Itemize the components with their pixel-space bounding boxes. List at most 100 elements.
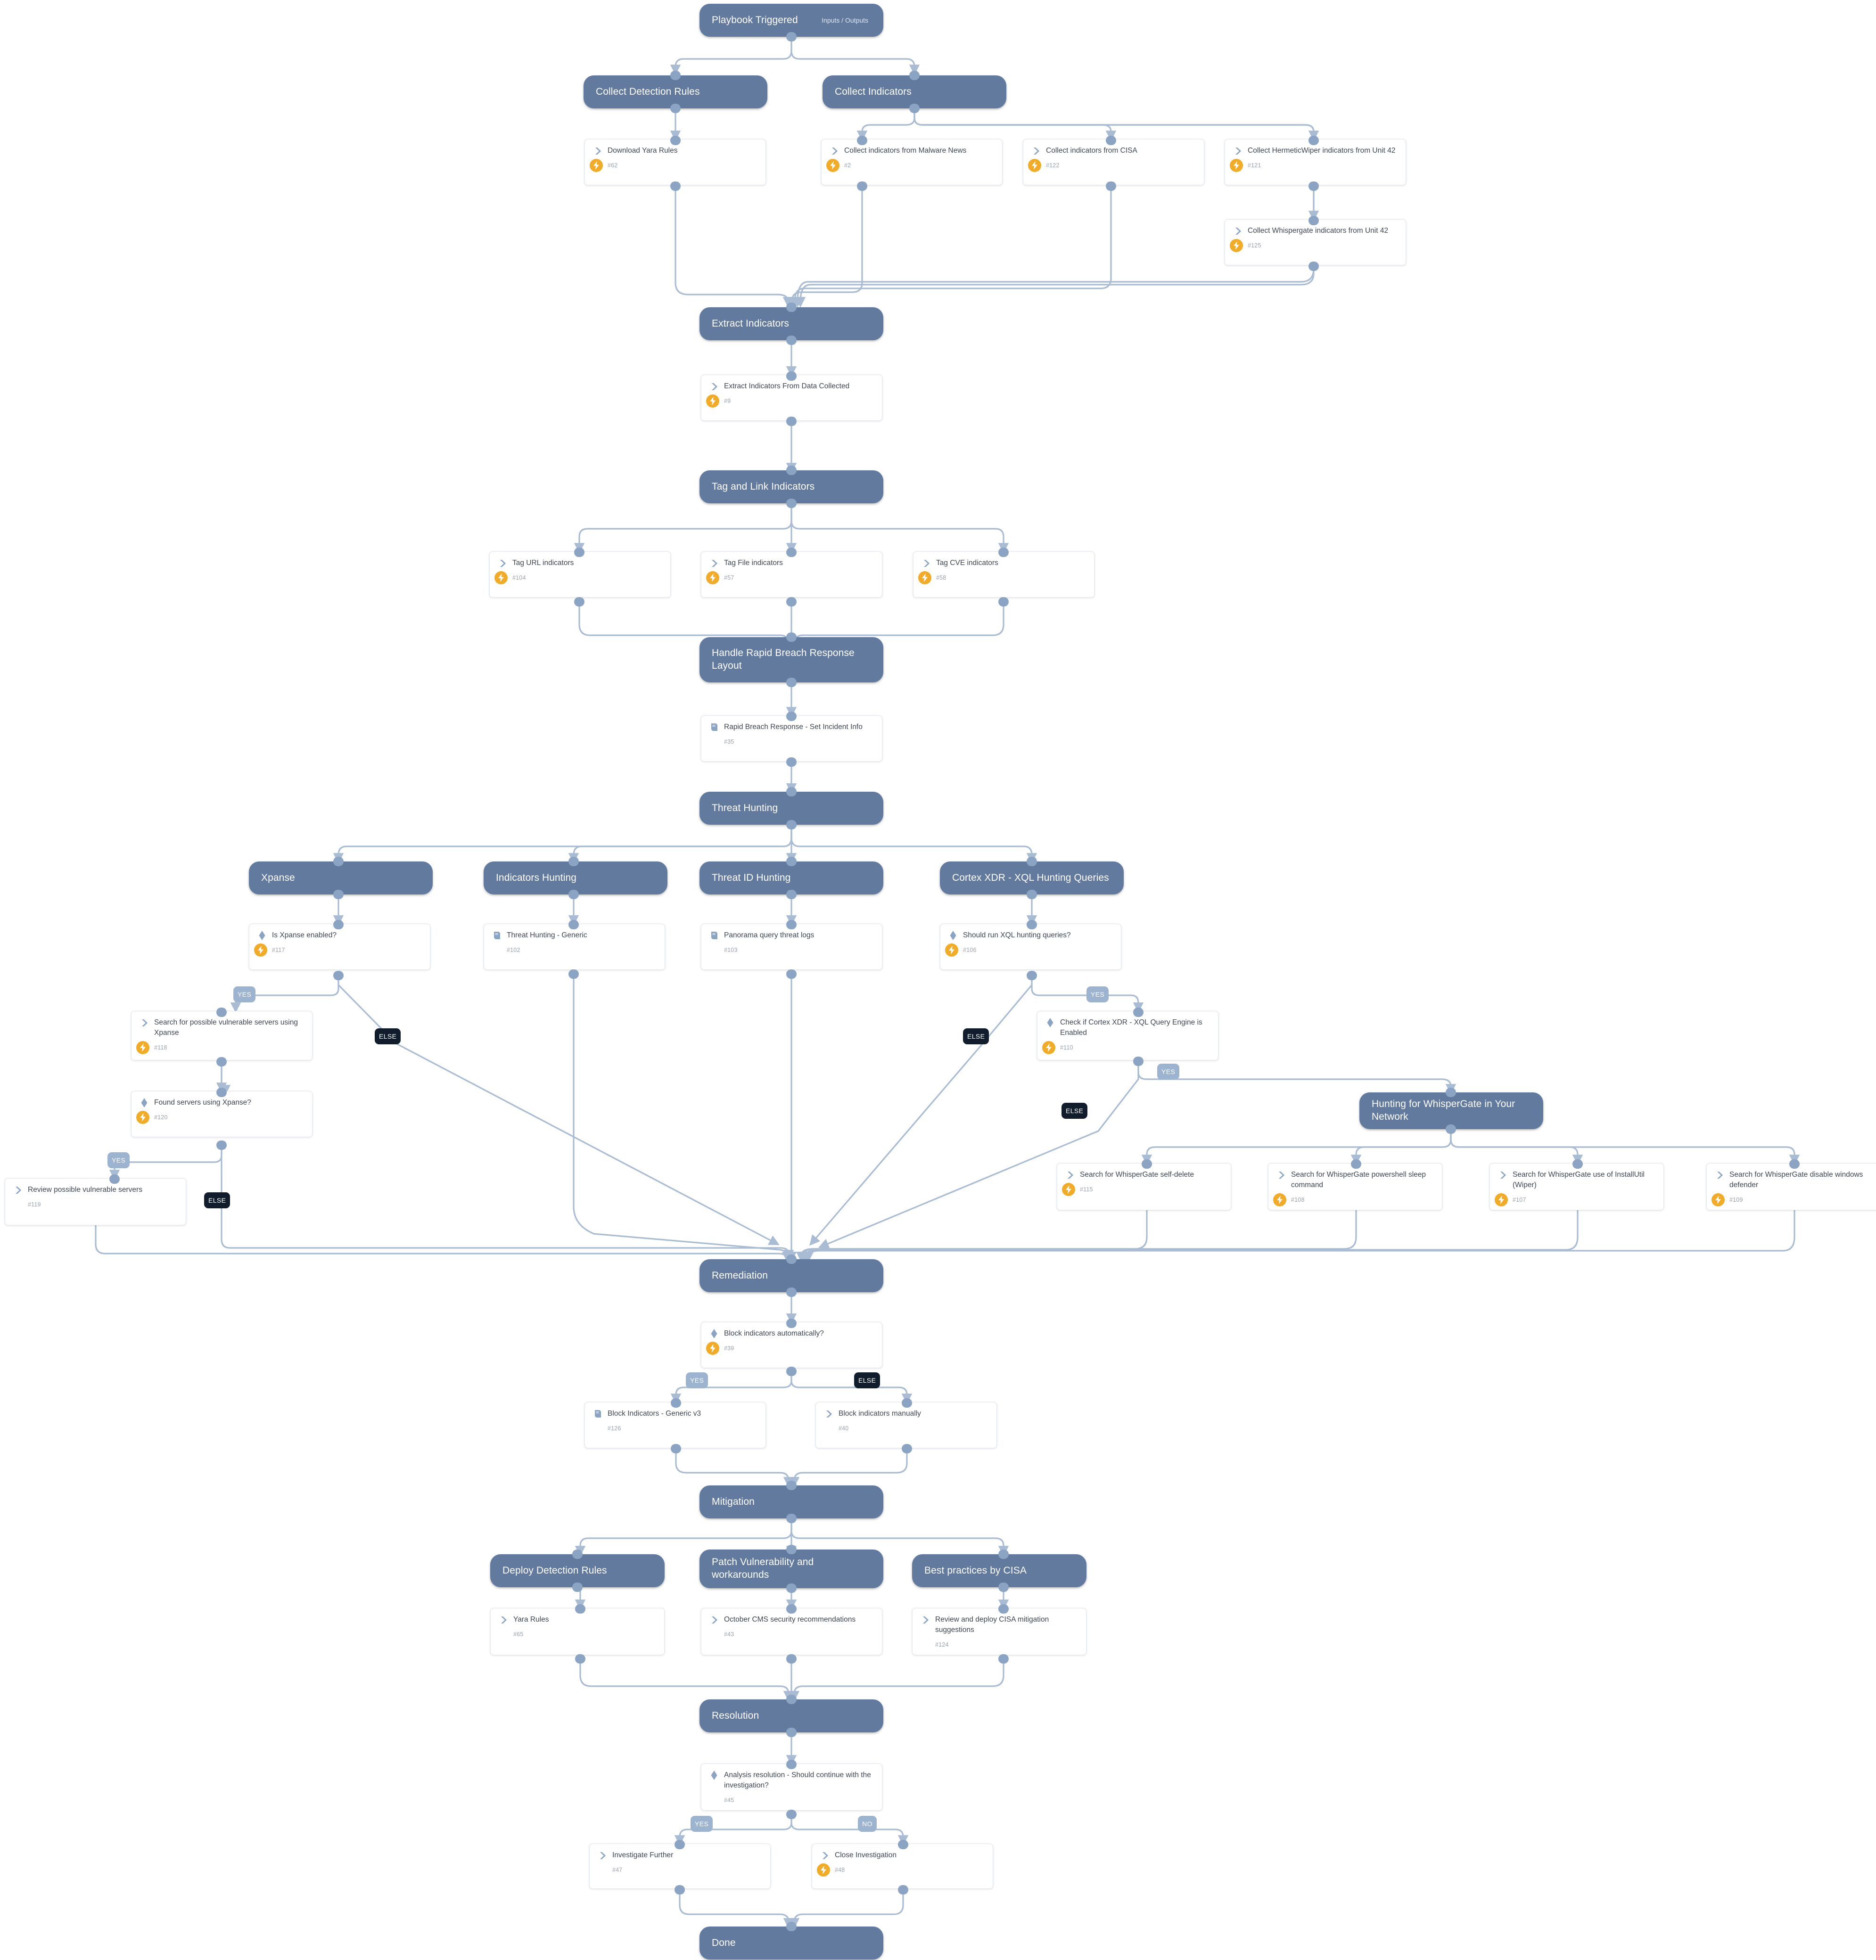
task-card[interactable]: Tag CVE indicators #58 — [913, 551, 1094, 598]
task-card[interactable]: Collect HermeticWiper indicators from Un… — [1225, 139, 1406, 185]
task-card[interactable]: October CMS security recommendations #43 — [701, 1608, 882, 1655]
branch-label-text: ELSE — [208, 1197, 226, 1204]
task-card[interactable]: Extract Indicators From Data Collected #… — [701, 375, 882, 421]
section-title: Mitigation — [712, 1496, 755, 1507]
task-card[interactable]: Collect indicators from CISA #122 — [1023, 139, 1204, 185]
task-card[interactable]: Search for WhisperGate use of InstallUti… — [1489, 1163, 1664, 1210]
task-card[interactable]: Is Xpanse enabled? #117 — [249, 924, 430, 970]
task-title: Close Investigation — [835, 1851, 897, 1859]
connector-cap — [333, 890, 344, 899]
automation-badge — [590, 159, 603, 172]
task-card[interactable]: Search for WhisperGate self-delete #115 — [1057, 1163, 1231, 1210]
connector-cap — [786, 1583, 797, 1593]
task-number: #122 — [1046, 162, 1060, 169]
connector-cap — [786, 969, 797, 979]
chevron-icon — [708, 1615, 720, 1624]
task-card[interactable]: Block indicators manually #40 — [815, 1402, 997, 1448]
task-number: #62 — [608, 162, 618, 169]
section-title: Indicators Hunting — [496, 872, 577, 883]
connector-cap — [670, 104, 681, 113]
task-card[interactable]: Tag File indicators #57 — [701, 551, 882, 598]
task-number: #118 — [154, 1044, 167, 1051]
task-card[interactable]: Search for WhisperGate powershell sleep … — [1268, 1163, 1442, 1210]
book-icon — [592, 1409, 604, 1419]
chevron-icon — [819, 1851, 831, 1860]
task-card[interactable]: Panorama query threat logs #103 — [701, 924, 882, 970]
task-title: Search for WhisperGate disable windows d… — [1729, 1171, 1863, 1189]
section-title: Remediation — [712, 1270, 768, 1281]
playbook-canvas: Playbook Triggered Inputs / Outputs Coll… — [0, 0, 1876, 1960]
automation-badge — [706, 571, 719, 584]
task-title: Is Xpanse enabled? — [272, 931, 337, 939]
section-xpanse[interactable]: Xpanse — [249, 861, 433, 894]
automation-badge — [1230, 159, 1243, 172]
connector-cap — [216, 1057, 227, 1066]
branch-label-text: YES — [1161, 1068, 1176, 1075]
book-icon — [708, 931, 720, 940]
task-card[interactable]: Should run XQL hunting queries? #106 — [940, 924, 1121, 970]
diamond-icon — [1044, 1018, 1056, 1027]
task-number: #108 — [1291, 1197, 1305, 1203]
chevron-icon — [828, 146, 840, 156]
connector-cap — [902, 1398, 912, 1408]
section-patch-vulnerability-and-workarounds[interactable]: Patch Vulnerability and workarounds — [699, 1550, 883, 1588]
task-number: #124 — [935, 1641, 949, 1648]
task-card[interactable]: Investigate Further #47 — [589, 1844, 771, 1889]
branch-label-yes: YES — [686, 1372, 708, 1388]
connector-cap — [786, 336, 797, 345]
connector-cap — [670, 71, 681, 80]
task-card[interactable]: Analysis resolution - Should continue wi… — [701, 1763, 882, 1811]
task-number: #45 — [724, 1797, 734, 1804]
automation-badge — [1062, 1183, 1075, 1196]
automation-badge — [1230, 239, 1243, 252]
task-card[interactable]: Rapid Breach Response - Set Incident Inf… — [701, 715, 882, 762]
task-number: #119 — [28, 1201, 41, 1208]
section-done[interactable]: Done — [699, 1927, 883, 1960]
automation-badge — [1028, 159, 1041, 172]
task-card[interactable]: Collect Whispergate indicators from Unit… — [1225, 219, 1406, 265]
task-card[interactable]: Block Indicators - Generic v3 #126 — [584, 1402, 766, 1448]
chevron-icon — [592, 146, 604, 156]
task-number: #107 — [1513, 1197, 1526, 1203]
connector-cap — [109, 1174, 120, 1184]
task-card[interactable]: Threat Hunting - Generic #102 — [484, 924, 665, 970]
task-title: Tag URL indicators — [512, 559, 574, 567]
automation-badge — [136, 1041, 149, 1054]
connector-cap — [998, 1583, 1009, 1592]
task-card[interactable]: Found servers using Xpanse? #120 — [131, 1091, 313, 1137]
task-title: Download Yara Rules — [608, 147, 678, 155]
task-card[interactable]: Check if Cortex XDR - XQL Query Engine i… — [1037, 1011, 1218, 1060]
task-card[interactable]: Review and deploy CISA mitigation sugges… — [912, 1608, 1086, 1655]
branch-label-else: ELSE — [375, 1028, 401, 1044]
section-hunting-for-whispergate[interactable]: Hunting for WhisperGate in Your Network — [1359, 1092, 1543, 1129]
section-handle-rapid-breach-response-layout[interactable]: Handle Rapid Breach Response Layout — [699, 637, 883, 682]
connector-cap — [1027, 890, 1037, 899]
task-card[interactable]: Search for WhisperGate disable windows d… — [1706, 1163, 1876, 1210]
task-card[interactable]: Block indicators automatically? #39 — [701, 1322, 882, 1368]
task-card[interactable]: Search for possible vulnerable servers u… — [131, 1011, 313, 1060]
section-best-practices-by-cisa[interactable]: Best practices by CISA — [912, 1554, 1086, 1587]
task-title: Threat Hunting - Generic — [507, 931, 587, 939]
task-number: #2 — [844, 162, 851, 169]
task-card[interactable]: Yara Rules #65 — [490, 1608, 665, 1655]
task-number: #120 — [154, 1114, 168, 1121]
inputs-outputs-label[interactable]: Inputs / Outputs — [822, 16, 871, 24]
task-card[interactable]: Review possible vulnerable servers #119 — [5, 1178, 186, 1225]
connector-cap — [333, 971, 344, 980]
task-number: #40 — [839, 1425, 849, 1432]
section-title: Deploy Detection Rules — [502, 1565, 607, 1576]
connector-cap — [568, 920, 579, 929]
task-number: #39 — [724, 1345, 734, 1352]
task-card[interactable]: Collect indicators from Malware News #2 — [821, 139, 1003, 185]
connector-cap — [574, 548, 584, 557]
task-title: Yara Rules — [513, 1616, 549, 1624]
connector-cap — [216, 1008, 227, 1017]
task-card[interactable]: Close Investigation #48 — [812, 1844, 993, 1889]
task-card[interactable]: Download Yara Rules #62 — [584, 139, 766, 185]
chevron-icon — [1064, 1170, 1076, 1180]
connector-cap — [786, 857, 797, 866]
connector-cap — [1027, 857, 1037, 866]
connector-cap — [786, 757, 797, 767]
chevron-icon — [1275, 1170, 1287, 1180]
task-card[interactable]: Tag URL indicators #104 — [489, 551, 671, 598]
